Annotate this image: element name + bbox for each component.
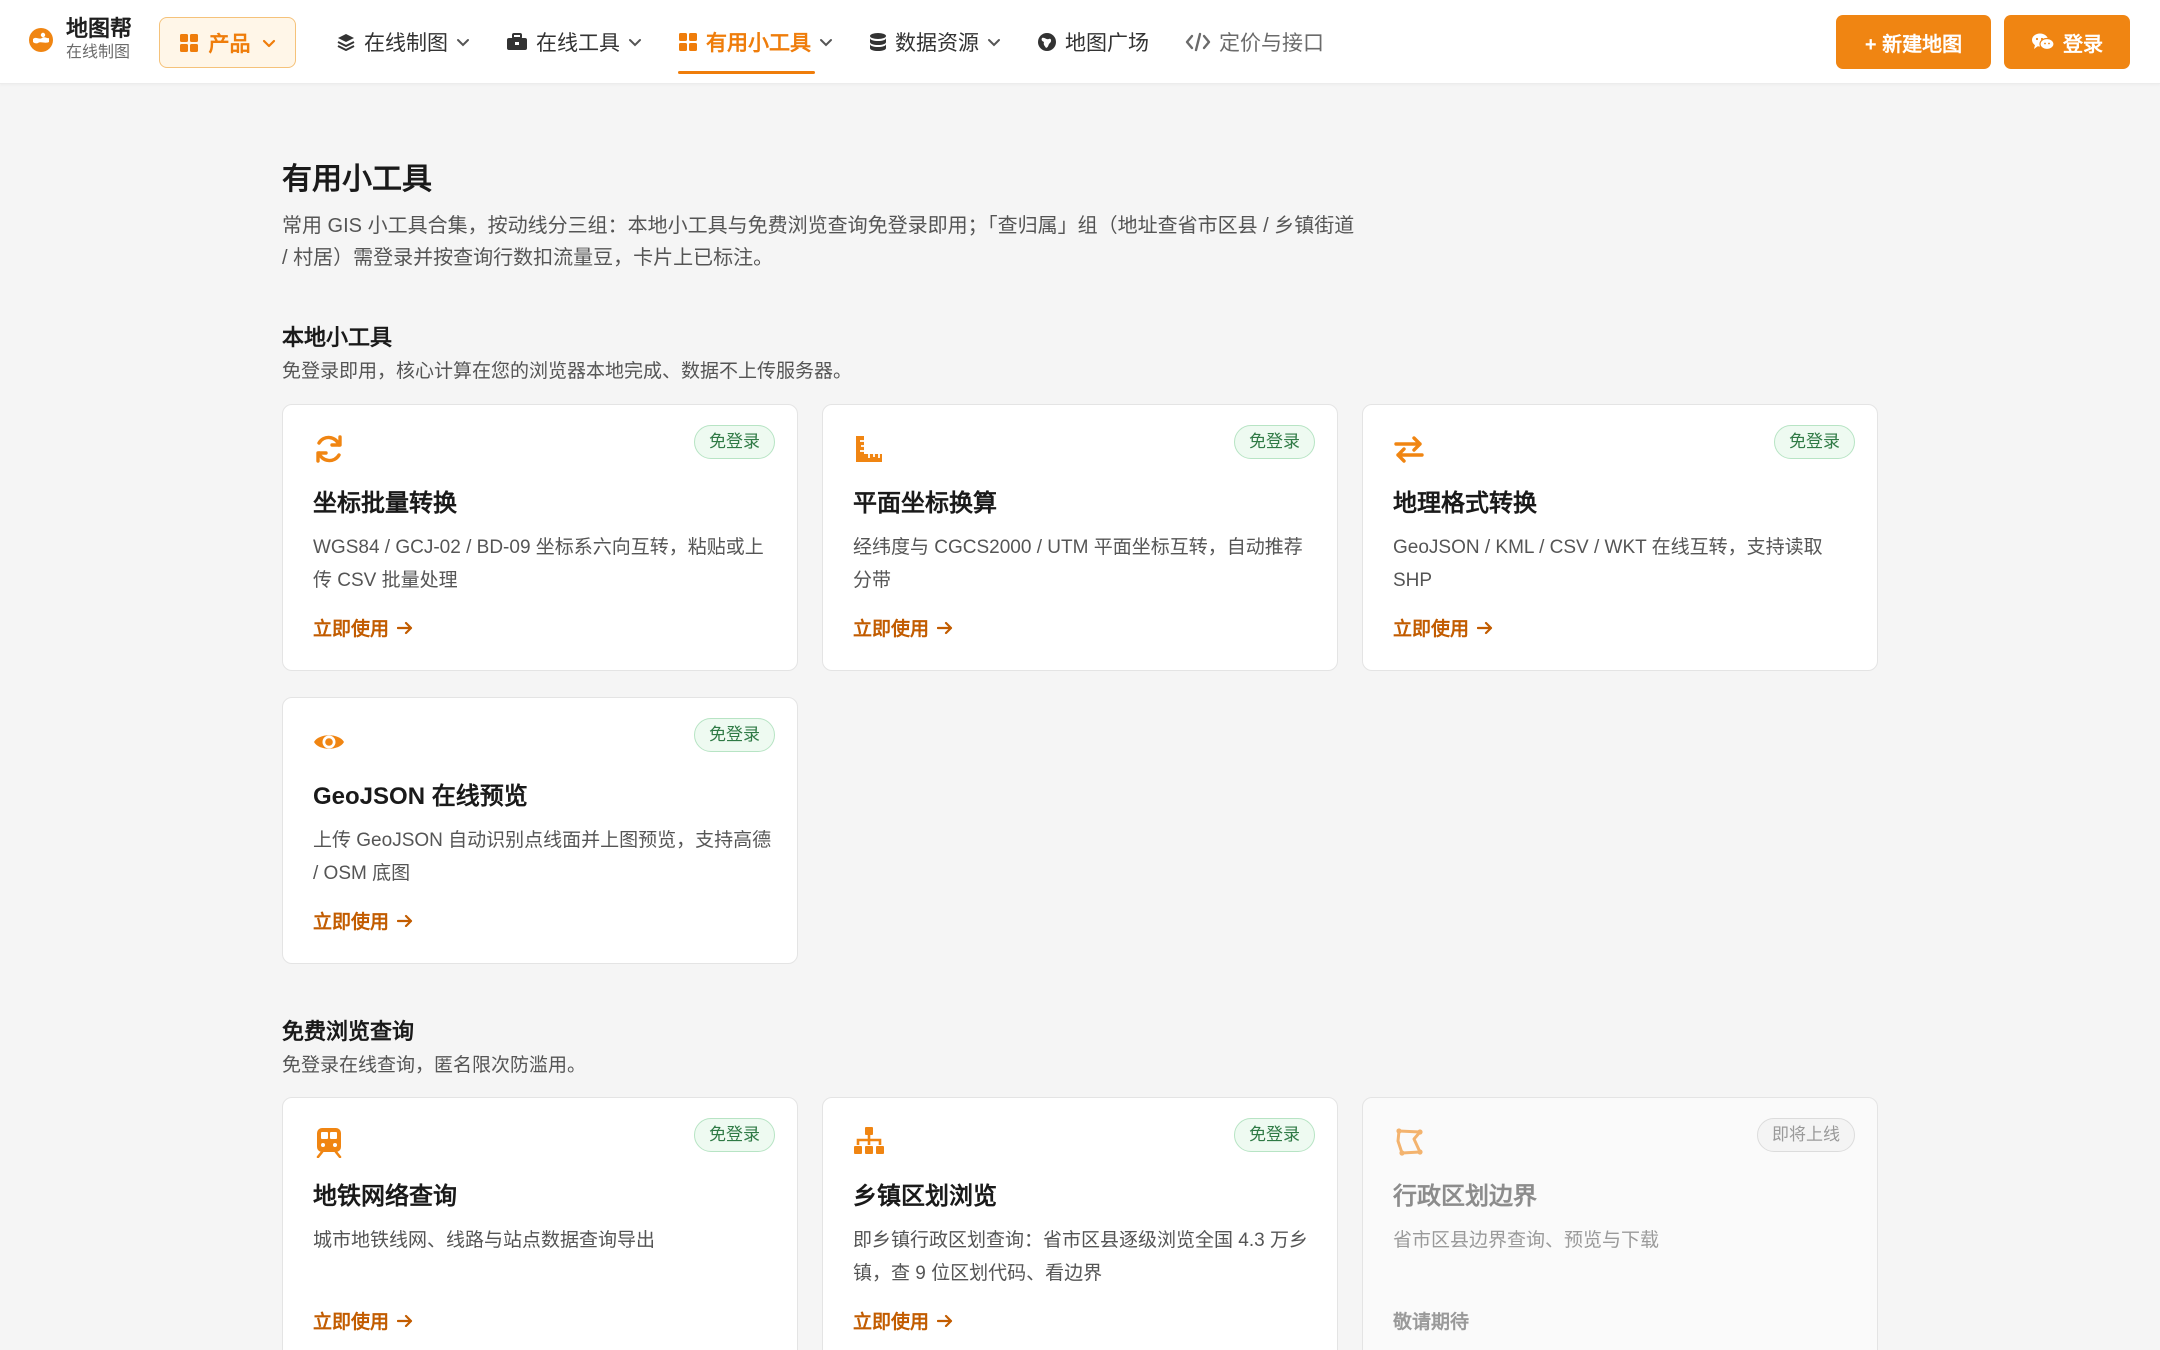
arrow-right-icon [397, 914, 413, 927]
nav-item-label: 在线制图 [364, 32, 448, 55]
section-desc-free-browse: 免登录在线查询，匿名限次防滥用。 [282, 1055, 587, 1076]
use-now-label: 立即使用 [853, 1312, 930, 1333]
arrow-right-icon [937, 1314, 953, 1327]
use-now-link[interactable]: 立即使用 [1393, 614, 1493, 641]
chevron-down-icon [988, 39, 1000, 47]
sync-icon [316, 435, 342, 463]
tool-card-subway-network[interactable]: 免登录 地铁网络查询 城市地铁线网、线路与站点数据查询导出 立即使用 [282, 1097, 798, 1350]
database-icon [870, 33, 886, 51]
section-title-free-browse: 免费浏览查询 [282, 1019, 415, 1044]
globe-icon [1038, 33, 1056, 51]
chevron-down-icon [262, 39, 275, 47]
login-free-badge: 免登录 [694, 425, 775, 459]
stay-tuned-text: 敬请期待 [1393, 1307, 1469, 1334]
use-now-link[interactable]: 立即使用 [853, 614, 953, 641]
section-title-local-tools: 本地小工具 [282, 325, 393, 350]
use-now-link[interactable]: 立即使用 [853, 1307, 953, 1334]
card-description: 省市区县边界查询、预览与下载 [1393, 1230, 1660, 1251]
tool-card-township-division[interactable]: 免登录 乡镇区划浏览 即乡镇行政区划查询：省市区县逐级浏览全国 4.3 万乡镇，… [822, 1097, 1338, 1350]
card-title: GeoJSON 在线预览 [313, 783, 528, 810]
nav-item-data-resources[interactable]: 数据资源 [869, 0, 1001, 84]
nav-item-label: 在线工具 [536, 32, 620, 55]
use-now-label: 立即使用 [1393, 619, 1470, 640]
login-free-badge: 免登录 [694, 718, 775, 752]
nav-item-label: 地图广场 [1065, 32, 1149, 55]
nav-item-label: 数据资源 [895, 32, 979, 55]
brand[interactable]: 地图帮 在线制图 [28, 18, 132, 61]
page-description: 常用 GIS 小工具合集，按动线分三组：本地小工具与免费浏览查询免登录即用；「查… [282, 215, 1355, 269]
layers-icon [337, 34, 355, 51]
nav-item-online-tools[interactable]: 在线工具 [506, 0, 642, 84]
wechat-icon [2032, 33, 2055, 51]
nav-item-useful-tools[interactable]: 有用小工具 [678, 0, 833, 84]
card-title: 平面坐标换算 [853, 490, 997, 517]
card-title: 坐标批量转换 [313, 490, 457, 517]
card-description: 上传 GeoJSON 自动识别点线面并上图预览，支持高德 / OSM 底图 [313, 830, 772, 884]
use-now-label: 立即使用 [313, 912, 390, 933]
use-now-link[interactable]: 立即使用 [313, 1307, 413, 1334]
card-description: 即乡镇行政区划查询：省市区县逐级浏览全国 4.3 万乡镇，查 9 位区划代码、看… [853, 1230, 1308, 1284]
grid-icon [179, 33, 198, 52]
use-now-link[interactable]: 立即使用 [313, 907, 413, 934]
card-title: 乡镇区划浏览 [853, 1183, 997, 1210]
subway-icon [316, 1128, 342, 1158]
arrow-right-icon [397, 621, 413, 634]
stay-tuned-label: 敬请期待 [1393, 1312, 1470, 1333]
chevron-down-icon [457, 39, 469, 47]
chevron-down-icon [820, 39, 832, 47]
main-nav: 在线制图 在线工具 有用小工具 数据资源 地图广场 定价与接口 [336, 0, 1360, 84]
code-icon [1185, 32, 1211, 52]
section-desc-local-tools: 免登录即用，核心计算在您的浏览器本地完成、数据不上传服务器。 [282, 361, 853, 382]
card-description: WGS84 / GCJ-02 / BD-09 坐标系六向互转，粘贴或上传 CSV… [313, 537, 764, 591]
login-free-badge: 免登录 [1234, 1118, 1315, 1152]
card-description: 经纬度与 CGCS2000 / UTM 平面坐标互转，自动推荐分带 [853, 537, 1303, 591]
login-free-badge: 免登录 [1774, 425, 1855, 459]
card-title: 地理格式转换 [1393, 490, 1537, 517]
new-map-button[interactable]: + 新建地图 [1836, 15, 1991, 69]
exchange-icon [1394, 436, 1424, 463]
use-now-link[interactable]: 立即使用 [313, 614, 413, 641]
card-description: 城市地铁线网、线路与站点数据查询导出 [313, 1230, 656, 1251]
nav-item-label: 定价与接口 [1219, 32, 1324, 55]
login-button[interactable]: 登录 [2004, 15, 2130, 69]
arrow-right-icon [397, 1314, 413, 1327]
nav-item-pricing-api[interactable]: 定价与接口 [1185, 0, 1324, 84]
tool-card-coordinate-batch[interactable]: 免登录 坐标批量转换 WGS84 / GCJ-02 / BD-09 坐标系六向互… [282, 404, 798, 671]
card-title: 地铁网络查询 [313, 1183, 457, 1210]
use-now-label: 立即使用 [853, 619, 930, 640]
nav-item-online-mapping[interactable]: 在线制图 [336, 0, 470, 84]
card-description: GeoJSON / KML / CSV / WKT 在线互转，支持读取 SHP [1393, 537, 1823, 591]
toolbox-icon [507, 33, 527, 50]
login-free-badge: 免登录 [694, 1118, 775, 1152]
grid-icon [679, 33, 697, 51]
tool-card-plane-coordinate[interactable]: 免登录 平面坐标换算 经纬度与 CGCS2000 / UTM 平面坐标互转，自动… [822, 404, 1338, 671]
use-now-label: 立即使用 [313, 619, 390, 640]
arrow-right-icon [937, 621, 953, 634]
top-navigation-bar: 地图帮 在线制图 产品 在线制图 在线工具 有用小工具 数据资源 地图广场 定价… [0, 0, 2160, 84]
page-title: 有用小工具 [282, 163, 432, 196]
product-menu-button[interactable]: 产品 [159, 17, 296, 68]
coming-soon-badge: 即将上线 [1757, 1118, 1855, 1152]
boundary-icon [1396, 1128, 1423, 1156]
chevron-down-icon [629, 39, 641, 47]
tool-card-geojson-preview[interactable]: 免登录 GeoJSON 在线预览 上传 GeoJSON 自动识别点线面并上图预览… [282, 697, 798, 964]
sitemap-icon [854, 1127, 884, 1154]
eye-icon [314, 735, 344, 749]
tool-card-admin-boundary: 即将上线 行政区划边界 省市区县边界查询、预览与下载 敬请期待 [1362, 1097, 1878, 1350]
brand-name: 地图帮 [66, 16, 133, 41]
product-menu-label: 产品 [208, 32, 251, 56]
card-title: 行政区划边界 [1393, 1183, 1537, 1210]
login-button-label: 登录 [2063, 33, 2103, 56]
tool-card-geo-format[interactable]: 免登录 地理格式转换 GeoJSON / KML / CSV / WKT 在线互… [1362, 404, 1878, 671]
arrow-right-icon [1477, 621, 1493, 634]
ruler-icon [856, 436, 882, 462]
use-now-label: 立即使用 [313, 1312, 390, 1333]
nav-item-label: 有用小工具 [706, 32, 811, 55]
brand-logo-icon [29, 27, 53, 52]
nav-item-map-square[interactable]: 地图广场 [1037, 0, 1149, 84]
brand-subtitle: 在线制图 [66, 44, 131, 61]
login-free-badge: 免登录 [1234, 425, 1315, 459]
